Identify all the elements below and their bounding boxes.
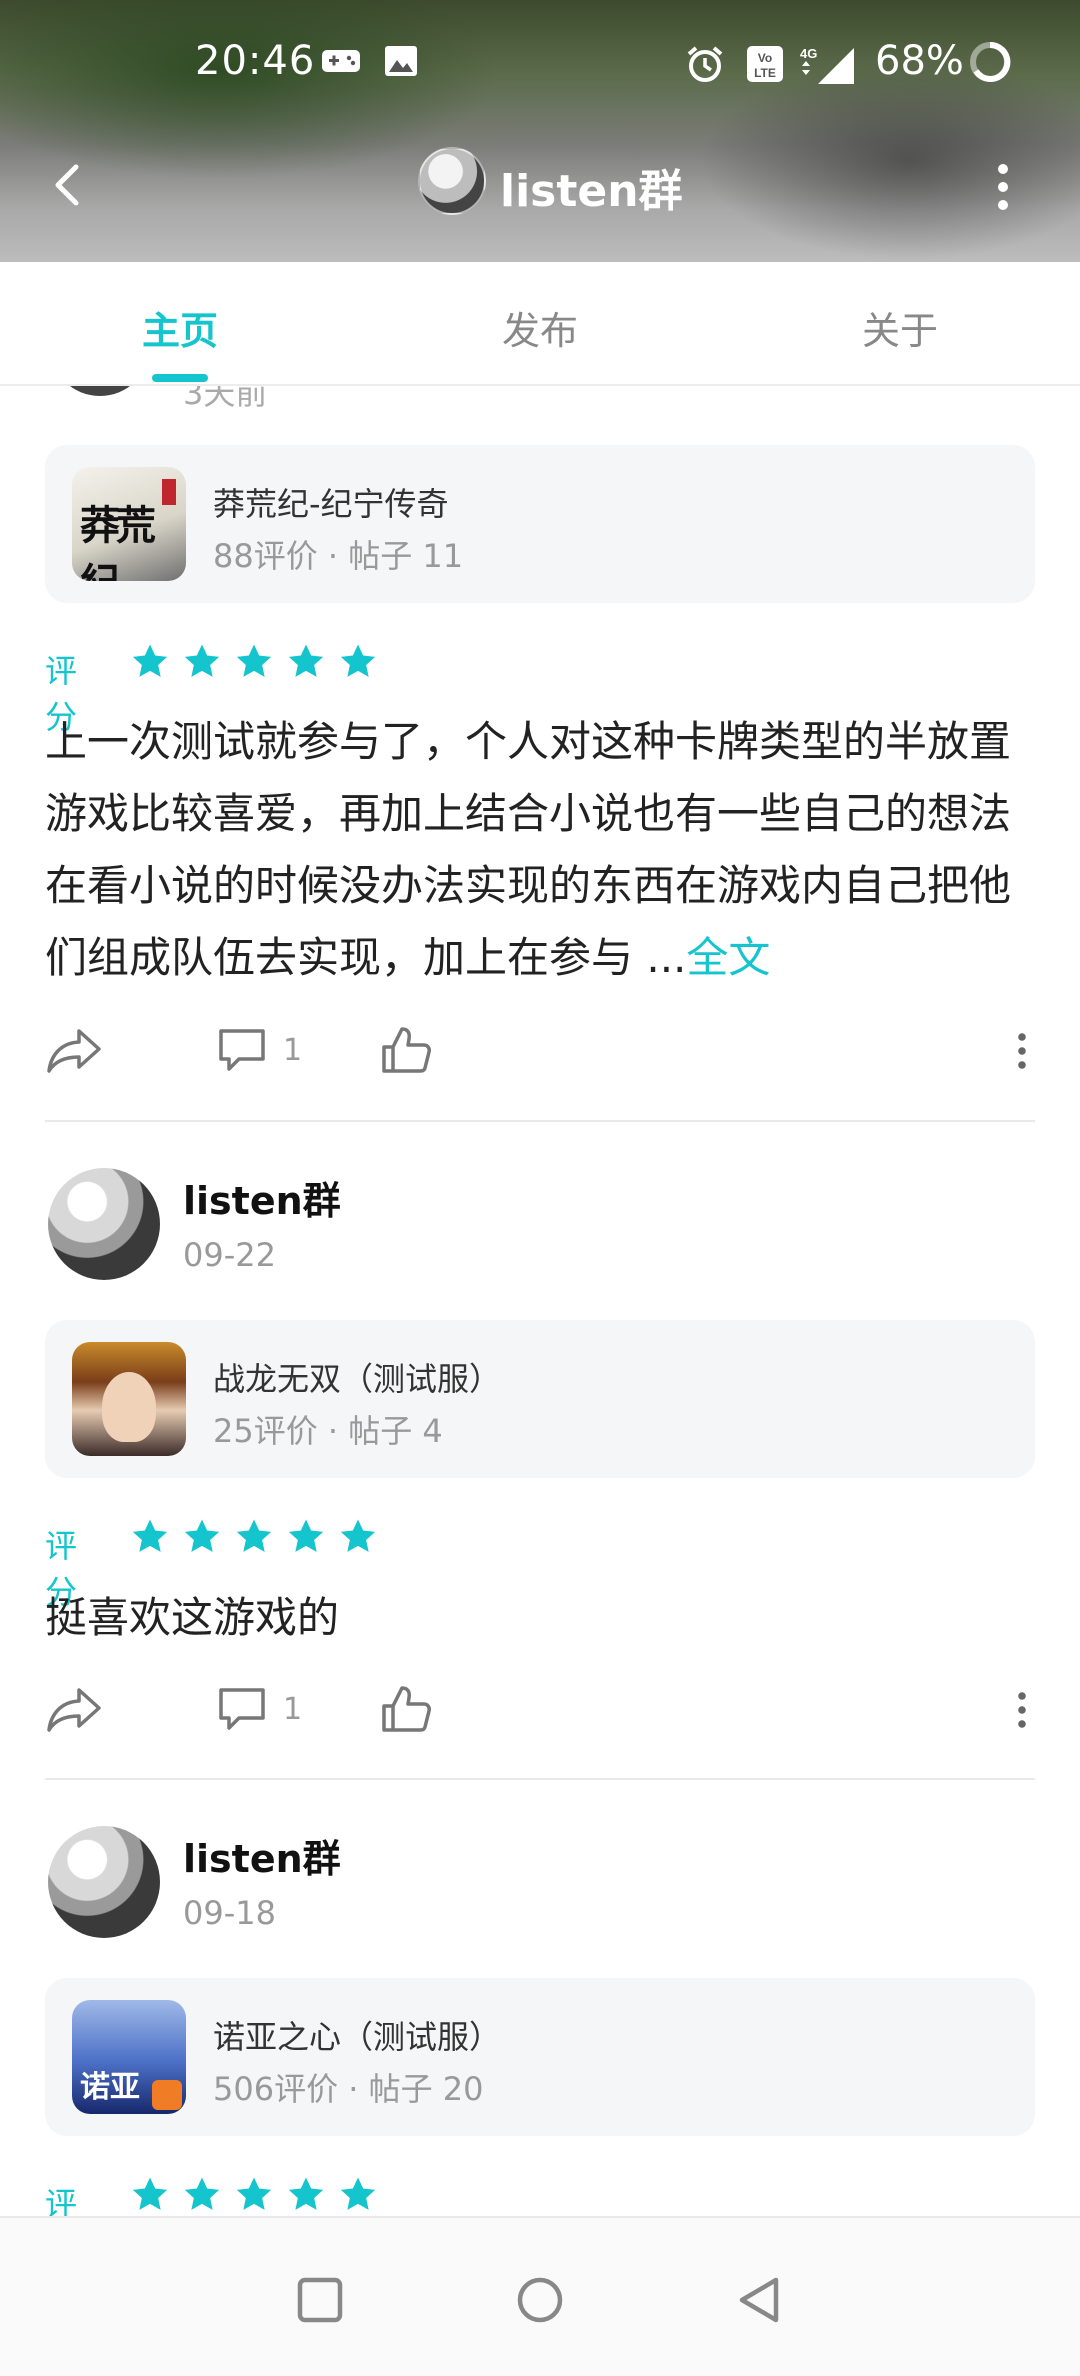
game-name: 莽荒纪-纪宁传奇 [213, 485, 449, 523]
divider [45, 1778, 1035, 1780]
share-icon[interactable] [45, 1025, 103, 1077]
game-icon: 诺亚 [72, 2000, 186, 2114]
avatar[interactable] [48, 1826, 160, 1938]
page-title: listen群 [500, 166, 683, 217]
post-more-icon[interactable] [1015, 1684, 1029, 1736]
share-icon[interactable] [45, 1684, 103, 1736]
star-icon [132, 1519, 168, 1552]
volte-icon: Vo LTE [747, 46, 783, 82]
game-meta: 88评价 · 帖子 11 [213, 537, 464, 575]
star-icon [236, 1519, 272, 1552]
user-name[interactable]: listen群 [183, 1828, 341, 1883]
star-rating [130, 2175, 378, 2215]
comment-count: 1 [283, 1692, 303, 1727]
tab-indicator [152, 374, 208, 382]
game-card[interactable]: 诺亚 诺亚之心（测试服） 506评价 · 帖子 20 [45, 1978, 1035, 2136]
back-arrow-icon[interactable] [40, 155, 100, 215]
status-time: 20:46 [195, 38, 316, 84]
divider [45, 1120, 1035, 1122]
star-icon [288, 644, 324, 677]
back-triangle-icon[interactable] [730, 2270, 790, 2330]
svg-text:LTE: LTE [754, 66, 776, 80]
comment-count: 1 [283, 1033, 303, 1068]
gamepad-icon [322, 50, 360, 72]
star-icon [340, 2177, 376, 2210]
read-more-link[interactable]: 全文 [686, 933, 770, 982]
tab-bar: 主页 发布 关于 [0, 262, 1080, 386]
more-options-icon[interactable] [980, 157, 1026, 217]
game-icon [72, 1342, 186, 1456]
like-icon[interactable] [380, 1684, 432, 1736]
game-name: 诺亚之心（测试服） [213, 2018, 502, 2056]
avatar[interactable] [50, 386, 150, 396]
header-avatar[interactable] [418, 147, 486, 215]
post-time: 09-18 [183, 1894, 276, 1932]
post-time: 3天前 [183, 386, 268, 412]
tab-publish[interactable]: 发布 [440, 300, 640, 355]
status-bar: 20:46 Vo LTE 4G 68% [0, 0, 1080, 125]
comment-icon[interactable] [217, 1025, 269, 1077]
star-icon [288, 1519, 324, 1552]
recent-apps-icon[interactable] [290, 2270, 350, 2330]
star-icon [236, 644, 272, 677]
star-rating [130, 642, 378, 682]
like-icon[interactable] [380, 1025, 432, 1077]
signal-4g-icon: 4G [800, 46, 854, 84]
post-time: 09-22 [183, 1236, 276, 1274]
battery-percent: 68% [875, 38, 964, 84]
game-name: 战龙无双（测试服） [213, 1360, 502, 1398]
svg-text:Vo: Vo [758, 51, 772, 65]
feed[interactable]: 3天前 莽荒紀 莽荒纪-纪宁传奇 88评价 · 帖子 11 评分 上一次测试就参… [0, 386, 1080, 2216]
game-meta: 25评价 · 帖子 4 [213, 1412, 443, 1450]
star-icon [132, 2177, 168, 2210]
user-name[interactable]: listen群 [183, 1170, 341, 1225]
image-icon [385, 46, 417, 76]
game-card[interactable]: 莽荒紀 莽荒纪-纪宁传奇 88评价 · 帖子 11 [45, 445, 1035, 603]
title-bar: listen群 [0, 125, 1080, 245]
game-meta: 506评价 · 帖子 20 [213, 2070, 484, 2108]
star-icon [184, 1519, 220, 1552]
alarm-icon [687, 46, 723, 82]
star-icon [340, 644, 376, 677]
star-icon [288, 2177, 324, 2210]
action-row: 1 [45, 1017, 1035, 1087]
svg-text:4G: 4G [800, 46, 817, 61]
post-text[interactable]: 上一次测试就参与了，个人对这种卡牌类型的半放置游戏比较喜爱，再加上结合小说也有一… [45, 706, 1040, 994]
action-row: 1 [45, 1676, 1035, 1746]
battery-icon [970, 41, 1011, 82]
game-card[interactable]: 战龙无双（测试服） 25评价 · 帖子 4 [45, 1320, 1035, 1478]
game-icon: 莽荒紀 [72, 467, 186, 581]
star-icon [236, 2177, 272, 2210]
star-icon [184, 644, 220, 677]
star-icon [340, 1519, 376, 1552]
post-more-icon[interactable] [1015, 1025, 1029, 1077]
tab-home[interactable]: 主页 [80, 300, 280, 355]
tab-about[interactable]: 关于 [800, 300, 1000, 355]
avatar[interactable] [48, 1168, 160, 1280]
star-icon [132, 644, 168, 677]
post-text[interactable]: 挺喜欢这游戏的 [45, 1582, 1040, 1654]
system-nav-bar [0, 2216, 1080, 2376]
home-circle-icon[interactable] [510, 2270, 570, 2330]
star-icon [184, 2177, 220, 2210]
star-rating [130, 1517, 378, 1557]
rating-label: 评分 [45, 2185, 78, 2216]
comment-icon[interactable] [217, 1684, 269, 1736]
